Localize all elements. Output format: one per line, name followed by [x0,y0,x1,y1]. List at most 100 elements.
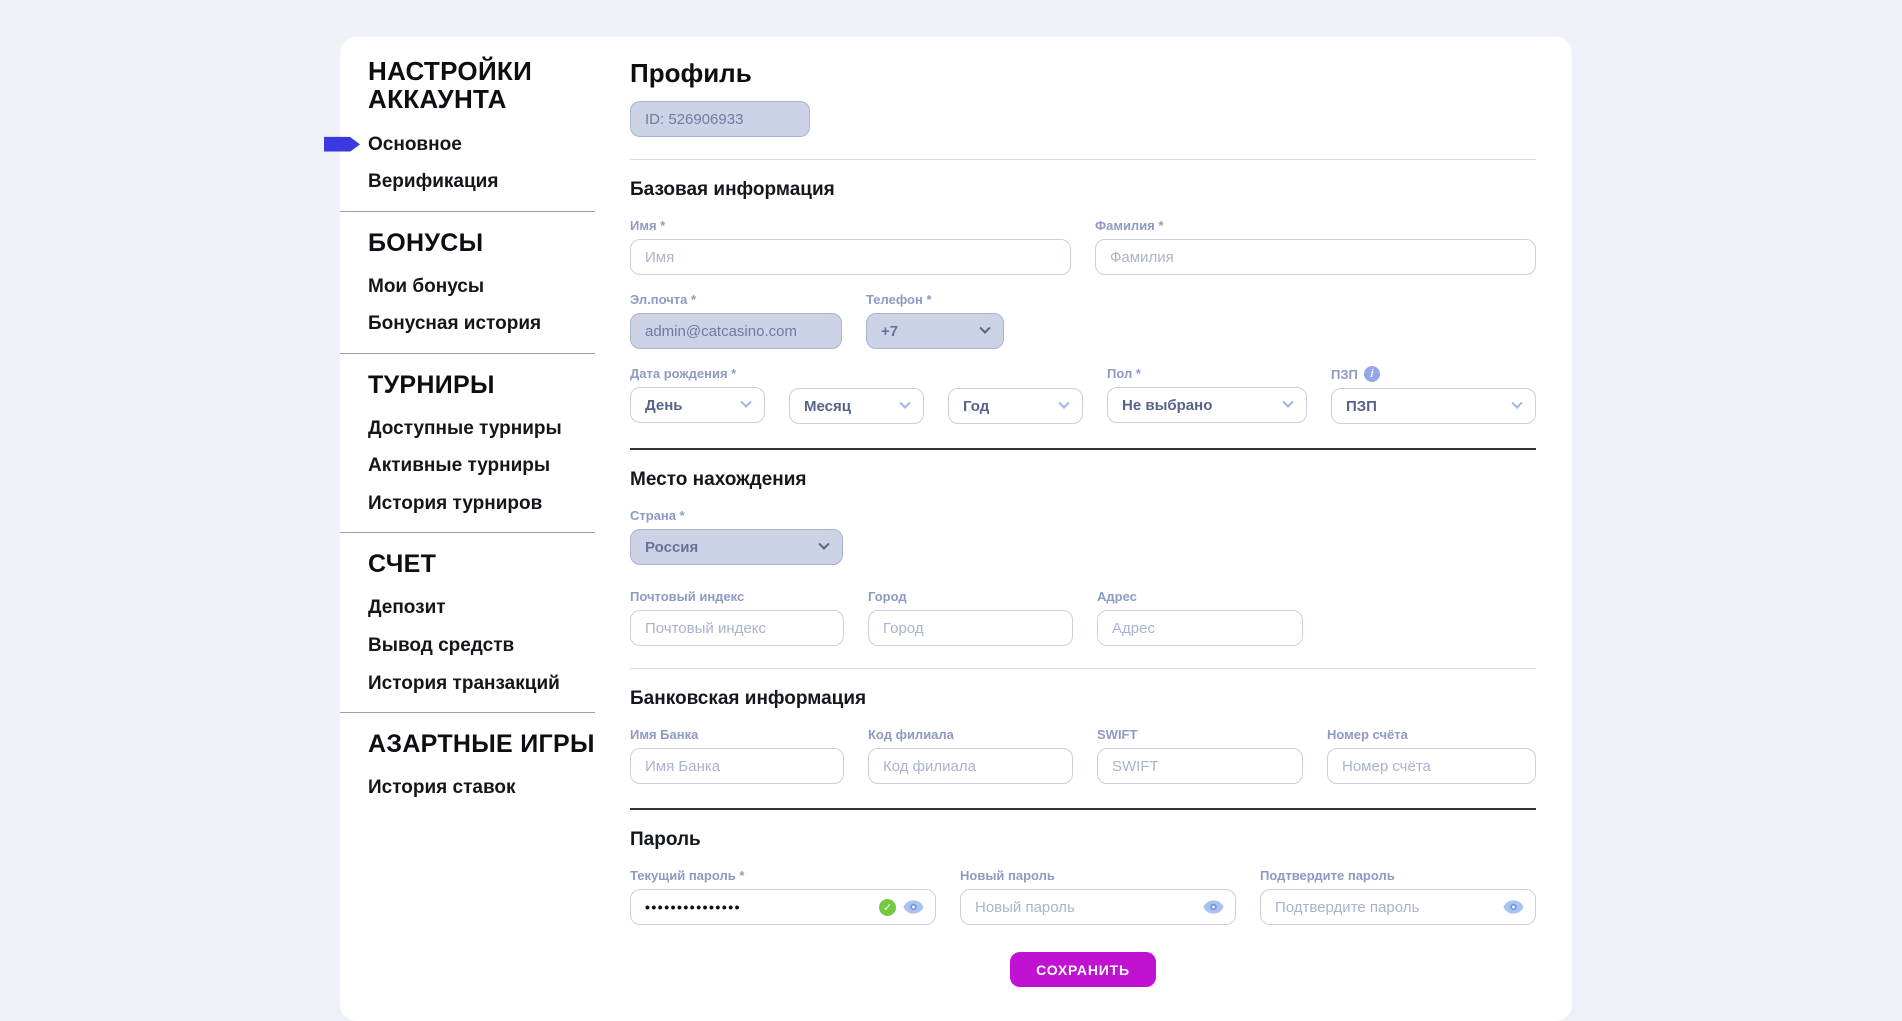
chevron-down-icon [1058,398,1069,409]
sidebar-item-main[interactable]: Основное [368,131,597,159]
year-select[interactable]: Год [948,388,1083,424]
sidebar-heading-bonuses: БОНУСЫ [368,229,597,258]
sidebar-title: НАСТРОЙКИ АККАУНТА [368,58,597,114]
sidebar-item-my-bonuses[interactable]: Мои бонусы [368,273,597,301]
email-label: Эл.почта * [630,292,842,307]
sidebar-item-bonus-history[interactable]: Бонусная история [368,310,597,338]
pzp-select[interactable]: ПЗП [1331,388,1536,424]
zip-input[interactable] [630,610,844,646]
phone-code-select: +7 [866,313,1004,349]
divider [630,808,1536,810]
sidebar-item-label: История турниров [368,493,542,514]
pzp-select-value: ПЗП [1346,398,1377,415]
year-select-value: Год [963,398,989,415]
day-select[interactable]: День [630,387,765,423]
user-id-field [630,101,810,137]
sidebar-item-label: История транзакций [368,673,560,694]
chevron-down-icon [818,539,829,550]
sidebar-item-label: Верификация [368,171,498,192]
gender-select[interactable]: Не выбрано [1107,387,1307,423]
sidebar-item-label: История ставок [368,777,516,798]
sidebar-item-verification[interactable]: Верификация [368,168,597,196]
sidebar-item-label: Мои бонусы [368,276,484,297]
chevron-down-icon [1511,398,1522,409]
country-select-value: Россия [645,539,698,556]
info-icon[interactable]: i [1364,366,1380,382]
phone-code-value: +7 [881,323,898,340]
bank-name-label: Имя Банка [630,727,844,742]
new-password-input[interactable] [960,889,1236,925]
month-select[interactable]: Месяц [789,388,924,424]
sidebar-item-bet-history[interactable]: История ставок [368,774,597,802]
sidebar-item-tournament-history[interactable]: История турниров [368,490,597,518]
account-number-label: Номер счёта [1327,727,1536,742]
address-label: Адрес [1097,589,1303,604]
sidebar-item-withdrawal[interactable]: Вывод средств [368,632,597,660]
sidebar-divider [340,532,595,533]
confirm-password-input[interactable] [1260,889,1536,925]
active-item-arrow-icon [324,137,360,152]
pzp-label: ПЗП [1331,367,1358,382]
divider [630,159,1536,160]
sidebar-item-active-tournaments[interactable]: Активные турниры [368,452,597,480]
sidebar: НАСТРОЙКИ АККАУНТА Основное Верификация … [340,37,597,1021]
chevron-down-icon [899,398,910,409]
current-password-label: Текущий пароль * [630,868,936,883]
confirm-password-label: Подтвердите пароль [1260,868,1536,883]
sidebar-item-deposit[interactable]: Депозит [368,594,597,622]
sidebar-item-label: Основное [368,134,462,155]
divider [630,448,1536,450]
chevron-down-icon [1282,397,1293,408]
chevron-down-icon [740,397,751,408]
bank-name-input[interactable] [630,748,844,784]
eye-icon [903,900,924,914]
eye-icon [1503,900,1524,914]
sidebar-item-label: Депозит [368,597,446,618]
divider [630,668,1536,669]
city-input[interactable] [868,610,1073,646]
zip-label: Почтовый индекс [630,589,844,604]
sidebar-divider [340,353,595,354]
password-heading: Пароль [630,829,1536,851]
account-number-input[interactable] [1327,748,1536,784]
new-password-label: Новый пароль [960,868,1236,883]
phone-label: Телефон * [866,292,1004,307]
sidebar-item-label: Активные турниры [368,455,550,476]
sidebar-divider [340,211,595,212]
toggle-password-visibility-button[interactable] [1503,889,1524,925]
sidebar-heading-gambling: АЗАРТНЫЕ ИГРЫ [368,730,597,759]
swift-input[interactable] [1097,748,1303,784]
page-title: Профиль [630,58,1536,89]
gender-label: Пол * [1107,366,1307,381]
toggle-password-visibility-button[interactable] [903,889,924,925]
save-button[interactable]: СОХРАНИТЬ [1010,952,1156,987]
branch-code-label: Код филиала [868,727,1073,742]
country-label: Страна * [630,508,843,523]
branch-code-input[interactable] [868,748,1073,784]
location-heading: Место нахождения [630,469,1536,491]
country-select: Россия [630,529,843,565]
sidebar-item-transaction-history[interactable]: История транзакций [368,670,597,698]
basic-info-heading: Базовая информация [630,179,1536,201]
account-settings-card: НАСТРОЙКИ АККАУНТА Основное Верификация … [340,37,1572,1021]
email-field [630,313,842,349]
last-name-input[interactable] [1095,239,1536,275]
gender-select-value: Не выбрано [1122,397,1212,414]
toggle-password-visibility-button[interactable] [1203,889,1224,925]
first-name-input[interactable] [630,239,1071,275]
eye-icon [1203,900,1224,914]
city-label: Город [868,589,1073,604]
sidebar-heading-tournaments: ТУРНИРЫ [368,371,597,400]
address-input[interactable] [1097,610,1303,646]
sidebar-heading-account: СЧЕТ [368,550,597,579]
valid-check-icon: ✓ [879,899,896,916]
first-name-label: Имя * [630,218,1071,233]
profile-form: Профиль Базовая информация Имя * Фамилия… [597,37,1572,1021]
bank-info-heading: Банковская информация [630,688,1536,710]
birth-date-label: Дата рождения * [630,366,765,381]
swift-label: SWIFT [1097,727,1303,742]
sidebar-divider [340,712,595,713]
last-name-label: Фамилия * [1095,218,1536,233]
sidebar-item-available-tournaments[interactable]: Доступные турниры [368,415,597,443]
day-select-value: День [645,397,683,414]
